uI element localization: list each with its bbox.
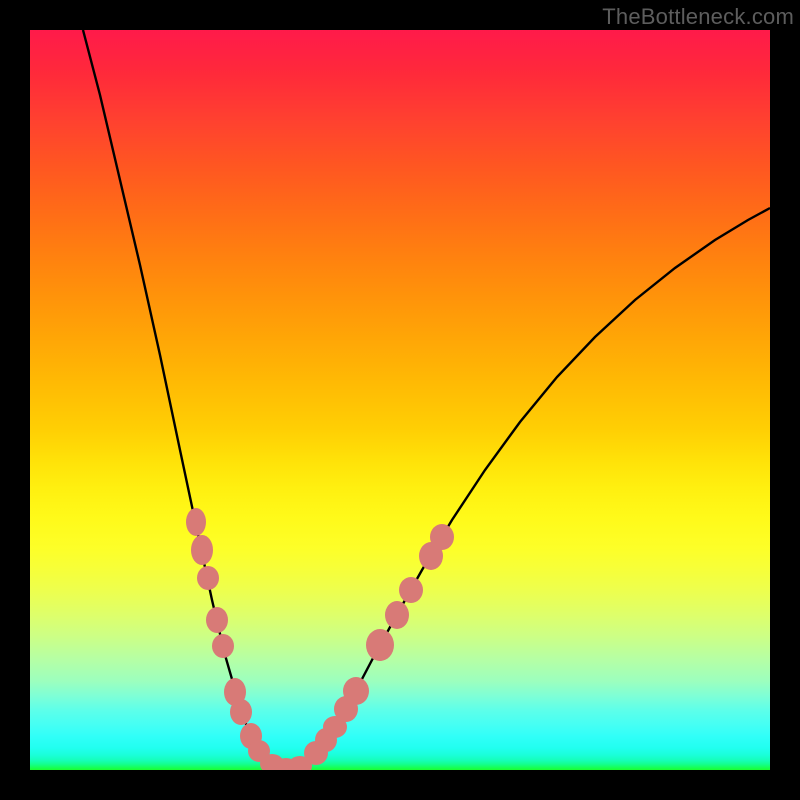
watermark-text: TheBottleneck.com [602,4,794,30]
chart-container: TheBottleneck.com [0,0,800,800]
plot-area [30,30,770,770]
